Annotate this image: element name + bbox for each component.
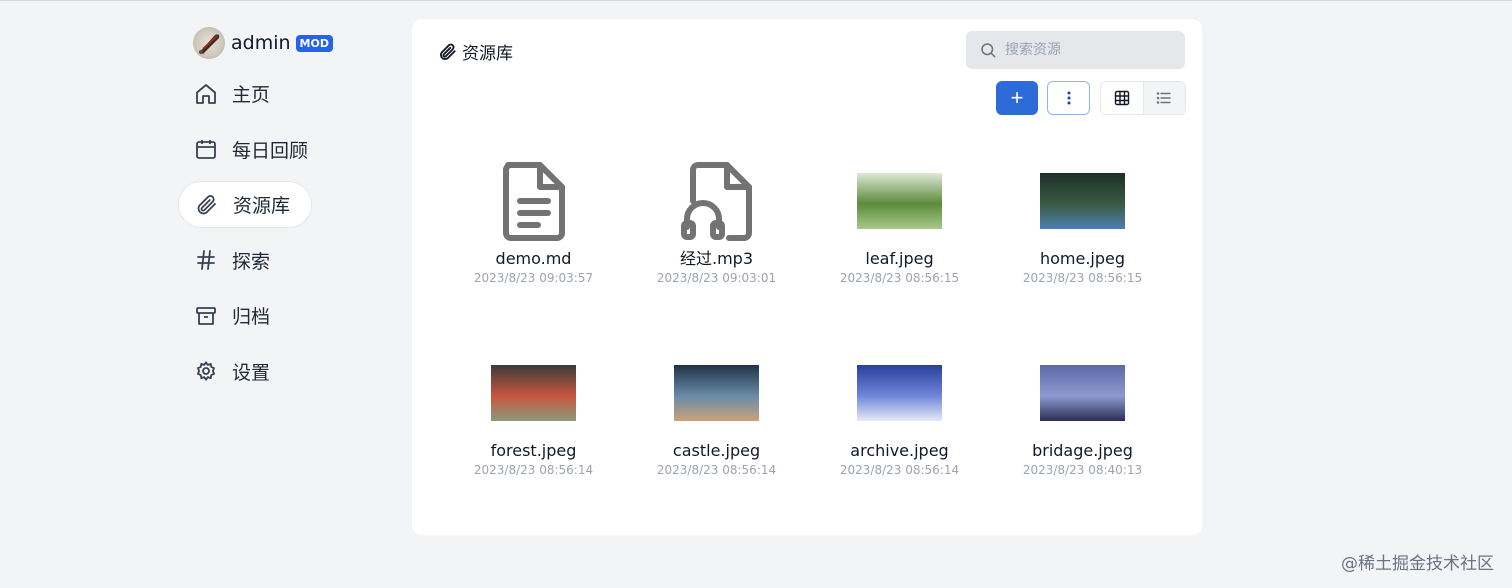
file-date: 2023/8/23 08:56:14 <box>840 463 959 477</box>
file-name: demo.md <box>496 249 572 269</box>
file-item[interactable]: home.jpeg 2023/8/23 08:56:15 <box>991 157 1174 285</box>
file-name: forest.jpeg <box>491 441 577 461</box>
sidebar-item-archive[interactable]: 归档 <box>178 292 312 339</box>
archive-icon <box>194 304 218 328</box>
image-thumbnail-forest <box>491 365 576 421</box>
file-item[interactable]: archive.jpeg 2023/8/23 08:56:14 <box>808 349 991 477</box>
file-name: castle.jpeg <box>673 441 760 461</box>
file-date: 2023/8/23 08:40:13 <box>1023 463 1142 477</box>
file-date: 2023/8/23 08:56:15 <box>1023 271 1142 285</box>
sidebar-item-resources[interactable]: 资源库 <box>178 181 312 228</box>
home-icon <box>194 82 218 106</box>
more-vertical-icon <box>1062 90 1076 106</box>
file-name: bridage.jpeg <box>1032 441 1133 461</box>
grid-view-button[interactable] <box>1101 82 1144 114</box>
sidebar-item-settings[interactable]: 设置 <box>178 348 312 395</box>
role-badge: MOD <box>296 35 333 52</box>
grid-icon <box>1114 90 1130 106</box>
file-name: home.jpeg <box>1040 249 1125 269</box>
image-thumbnail-leaf <box>857 173 942 229</box>
avatar[interactable] <box>193 27 225 59</box>
file-item[interactable]: 经过.mp3 2023/8/23 09:03:01 <box>625 157 808 285</box>
page-title-text: 资源库 <box>462 39 513 64</box>
file-thumbnail <box>442 349 625 437</box>
user-profile[interactable]: admin MOD <box>178 25 338 61</box>
file-thumbnail <box>991 157 1174 245</box>
sidebar-item-label: 主页 <box>232 80 270 107</box>
file-date: 2023/8/23 09:03:57 <box>474 271 593 285</box>
gear-icon <box>194 359 218 383</box>
file-thumbnail <box>625 157 808 245</box>
file-thumbnail <box>625 349 808 437</box>
file-thumbnail <box>442 157 625 245</box>
toolbar: + <box>996 81 1186 115</box>
image-thumbnail-archive <box>857 365 942 421</box>
document-icon <box>500 161 568 241</box>
search-input[interactable] <box>1005 42 1175 58</box>
file-item[interactable]: castle.jpeg 2023/8/23 08:56:14 <box>625 349 808 477</box>
image-thumbnail-bridage <box>1040 365 1125 421</box>
view-toggle <box>1100 81 1186 115</box>
paperclip-icon <box>438 42 458 62</box>
file-item[interactable]: leaf.jpeg 2023/8/23 08:56:15 <box>808 157 991 285</box>
sidebar-item-label: 设置 <box>232 358 270 385</box>
paperclip-icon <box>195 193 219 217</box>
more-options-button[interactable] <box>1047 81 1090 115</box>
search-icon <box>979 41 997 59</box>
calendar-icon <box>194 137 218 161</box>
sidebar-item-label: 归档 <box>232 302 270 329</box>
sidebar-item-home[interactable]: 主页 <box>178 70 312 117</box>
sidebar-item-label: 资源库 <box>233 191 290 218</box>
image-thumbnail-castle <box>674 365 759 421</box>
file-item[interactable]: bridage.jpeg 2023/8/23 08:40:13 <box>991 349 1174 477</box>
file-item[interactable]: forest.jpeg 2023/8/23 08:56:14 <box>442 349 625 477</box>
page-title: 资源库 <box>438 39 513 64</box>
add-label: + <box>1011 85 1024 111</box>
file-name: leaf.jpeg <box>865 249 933 269</box>
sidebar-nav: 主页 每日回顾 资源库 探索 归档 设置 <box>178 70 338 395</box>
file-item[interactable]: demo.md 2023/8/23 09:03:57 <box>442 157 625 285</box>
list-view-button[interactable] <box>1144 82 1186 114</box>
sidebar-item-daily-review[interactable]: 每日回顾 <box>178 126 312 173</box>
hash-icon <box>194 248 218 272</box>
file-name: 经过.mp3 <box>680 249 753 269</box>
audio-file-icon <box>681 161 753 241</box>
file-thumbnail <box>808 157 991 245</box>
file-date: 2023/8/23 08:56:15 <box>840 271 959 285</box>
list-icon <box>1156 90 1172 106</box>
file-date: 2023/8/23 08:56:14 <box>657 463 776 477</box>
sidebar-item-label: 每日回顾 <box>232 136 308 163</box>
file-name: archive.jpeg <box>850 441 948 461</box>
sidebar-item-explore[interactable]: 探索 <box>178 237 312 284</box>
add-resource-button[interactable]: + <box>996 81 1038 115</box>
file-date: 2023/8/23 09:03:01 <box>657 271 776 285</box>
sidebar-item-label: 探索 <box>232 247 270 274</box>
sidebar: admin MOD 主页 每日回顾 资源库 探索 归档 设置 <box>178 25 338 403</box>
file-grid: demo.md 2023/8/23 09:03:57 经过.mp3 2023/8… <box>442 157 1174 477</box>
watermark: @稀土掘金技术社区 <box>1341 549 1494 574</box>
resource-panel: 资源库 + demo. <box>412 19 1202 535</box>
image-thumbnail-home <box>1040 173 1125 229</box>
file-thumbnail <box>991 349 1174 437</box>
username: admin <box>231 32 291 54</box>
search-box[interactable] <box>966 31 1185 69</box>
file-thumbnail <box>808 349 991 437</box>
file-date: 2023/8/23 08:56:14 <box>474 463 593 477</box>
